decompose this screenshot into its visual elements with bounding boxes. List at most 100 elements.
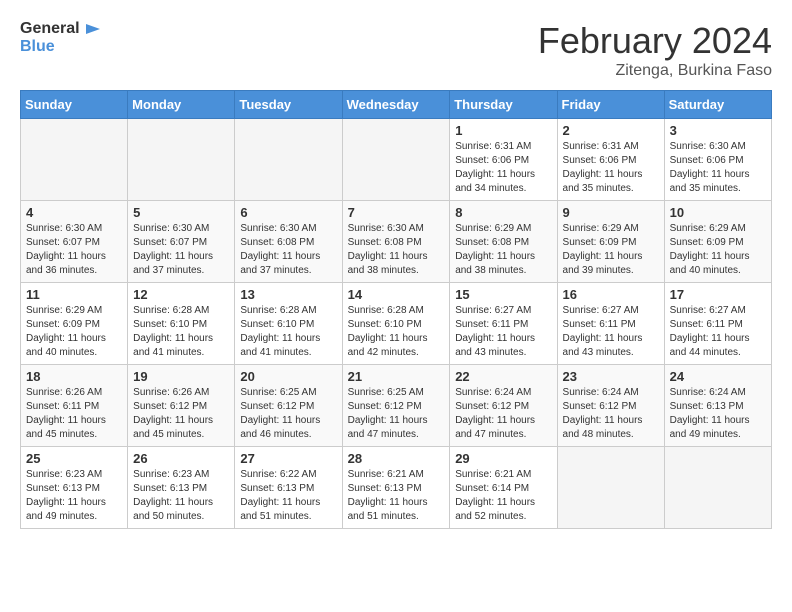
day-info: Sunrise: 6:29 AM Sunset: 6:09 PM Dayligh…: [26, 304, 122, 360]
day-number: 21: [348, 369, 445, 384]
col-header-monday: Monday: [128, 91, 235, 119]
day-info: Sunrise: 6:21 AM Sunset: 6:13 PM Dayligh…: [348, 468, 445, 524]
day-cell: 6 Sunrise: 6:30 AM Sunset: 6:08 PM Daylig…: [235, 201, 342, 283]
col-header-saturday: Saturday: [664, 91, 771, 119]
col-header-sunday: Sunday: [21, 91, 128, 119]
day-number: 28: [348, 451, 445, 466]
day-number: 29: [455, 451, 551, 466]
day-number: 27: [240, 451, 336, 466]
day-cell: [235, 119, 342, 201]
day-number: 22: [455, 369, 551, 384]
day-info: Sunrise: 6:28 AM Sunset: 6:10 PM Dayligh…: [348, 304, 445, 360]
day-number: 18: [26, 369, 122, 384]
day-cell: [21, 119, 128, 201]
day-info: Sunrise: 6:30 AM Sunset: 6:06 PM Dayligh…: [670, 140, 766, 196]
day-cell: 20 Sunrise: 6:25 AM Sunset: 6:12 PM Dayli…: [235, 365, 342, 447]
day-number: 6: [240, 205, 336, 220]
logo: General Blue: [20, 20, 102, 56]
col-header-thursday: Thursday: [450, 91, 557, 119]
day-cell: 17Sunrise: 6:27 AM Sunset: 6:11 PM Dayli…: [664, 283, 771, 365]
day-info: Sunrise: 6:31 AM Sunset: 6:06 PM Dayligh…: [455, 140, 551, 196]
day-number: 9: [563, 205, 659, 220]
day-info: Sunrise: 6:28 AM Sunset: 6:10 PM Dayligh…: [133, 304, 229, 360]
day-info: Sunrise: 6:26 AM Sunset: 6:12 PM Dayligh…: [133, 386, 229, 442]
day-number: 5: [133, 205, 229, 220]
week-row-2: 4 Sunrise: 6:30 AM Sunset: 6:07 PM Daylig…: [21, 201, 772, 283]
day-cell: [342, 119, 450, 201]
day-cell: 13Sunrise: 6:28 AM Sunset: 6:10 PM Dayli…: [235, 283, 342, 365]
day-info: Sunrise: 6:26 AM Sunset: 6:11 PM Dayligh…: [26, 386, 122, 442]
day-number: 19: [133, 369, 229, 384]
day-cell: 7 Sunrise: 6:30 AM Sunset: 6:08 PM Daylig…: [342, 201, 450, 283]
day-info: Sunrise: 6:30 AM Sunset: 6:07 PM Dayligh…: [133, 222, 229, 278]
logo-arrow-icon: [84, 20, 102, 38]
week-row-3: 11 Sunrise: 6:29 AM Sunset: 6:09 PM Dayli…: [21, 283, 772, 365]
day-info: Sunrise: 6:24 AM Sunset: 6:13 PM Dayligh…: [670, 386, 766, 442]
day-number: 17: [670, 287, 766, 302]
month-title: February 2024: [538, 20, 772, 62]
day-number: 10: [670, 205, 766, 220]
day-info: Sunrise: 6:25 AM Sunset: 6:12 PM Dayligh…: [240, 386, 336, 442]
day-number: 7: [348, 205, 445, 220]
day-number: 3: [670, 123, 766, 138]
day-cell: 16Sunrise: 6:27 AM Sunset: 6:11 PM Dayli…: [557, 283, 664, 365]
day-cell: 19 Sunrise: 6:26 AM Sunset: 6:12 PM Dayli…: [128, 365, 235, 447]
day-number: 25: [26, 451, 122, 466]
day-cell: 1 Sunrise: 6:31 AM Sunset: 6:06 PM Daylig…: [450, 119, 557, 201]
day-cell: [557, 447, 664, 529]
calendar-table: SundayMondayTuesdayWednesdayThursdayFrid…: [20, 90, 772, 529]
day-cell: 28 Sunrise: 6:21 AM Sunset: 6:13 PM Dayli…: [342, 447, 450, 529]
title-block: February 2024 Zitenga, Burkina Faso: [538, 20, 772, 80]
day-info: Sunrise: 6:29 AM Sunset: 6:09 PM Dayligh…: [670, 222, 766, 278]
day-cell: 4 Sunrise: 6:30 AM Sunset: 6:07 PM Daylig…: [21, 201, 128, 283]
day-info: Sunrise: 6:22 AM Sunset: 6:13 PM Dayligh…: [240, 468, 336, 524]
day-cell: 8Sunrise: 6:29 AM Sunset: 6:08 PM Daylig…: [450, 201, 557, 283]
day-number: 15: [455, 287, 551, 302]
day-info: Sunrise: 6:28 AM Sunset: 6:10 PM Dayligh…: [240, 304, 336, 360]
day-info: Sunrise: 6:27 AM Sunset: 6:11 PM Dayligh…: [455, 304, 551, 360]
day-info: Sunrise: 6:29 AM Sunset: 6:09 PM Dayligh…: [563, 222, 659, 278]
day-info: Sunrise: 6:24 AM Sunset: 6:12 PM Dayligh…: [455, 386, 551, 442]
day-number: 20: [240, 369, 336, 384]
day-number: 12: [133, 287, 229, 302]
day-cell: 23 Sunrise: 6:24 AM Sunset: 6:12 PM Dayli…: [557, 365, 664, 447]
day-info: Sunrise: 6:24 AM Sunset: 6:12 PM Dayligh…: [563, 386, 659, 442]
page-header: General Blue February 2024 Zitenga, Burk…: [20, 20, 772, 80]
day-number: 4: [26, 205, 122, 220]
day-cell: 25 Sunrise: 6:23 AM Sunset: 6:13 PM Dayli…: [21, 447, 128, 529]
day-number: 14: [348, 287, 445, 302]
day-info: Sunrise: 6:30 AM Sunset: 6:08 PM Dayligh…: [240, 222, 336, 278]
day-cell: 9 Sunrise: 6:29 AM Sunset: 6:09 PM Daylig…: [557, 201, 664, 283]
day-info: Sunrise: 6:25 AM Sunset: 6:12 PM Dayligh…: [348, 386, 445, 442]
week-row-4: 18 Sunrise: 6:26 AM Sunset: 6:11 PM Dayli…: [21, 365, 772, 447]
day-number: 23: [563, 369, 659, 384]
day-cell: [664, 447, 771, 529]
header-row: SundayMondayTuesdayWednesdayThursdayFrid…: [21, 91, 772, 119]
day-info: Sunrise: 6:30 AM Sunset: 6:07 PM Dayligh…: [26, 222, 122, 278]
day-info: Sunrise: 6:30 AM Sunset: 6:08 PM Dayligh…: [348, 222, 445, 278]
col-header-wednesday: Wednesday: [342, 91, 450, 119]
day-number: 11: [26, 287, 122, 302]
day-cell: 18 Sunrise: 6:26 AM Sunset: 6:11 PM Dayli…: [21, 365, 128, 447]
week-row-1: 1 Sunrise: 6:31 AM Sunset: 6:06 PM Daylig…: [21, 119, 772, 201]
day-number: 2: [563, 123, 659, 138]
day-number: 26: [133, 451, 229, 466]
day-number: 8: [455, 205, 551, 220]
day-cell: 26Sunrise: 6:23 AM Sunset: 6:13 PM Dayli…: [128, 447, 235, 529]
col-header-tuesday: Tuesday: [235, 91, 342, 119]
day-cell: 12 Sunrise: 6:28 AM Sunset: 6:10 PM Dayli…: [128, 283, 235, 365]
day-cell: [128, 119, 235, 201]
day-cell: 21 Sunrise: 6:25 AM Sunset: 6:12 PM Dayli…: [342, 365, 450, 447]
day-cell: 3 Sunrise: 6:30 AM Sunset: 6:06 PM Daylig…: [664, 119, 771, 201]
day-cell: 11 Sunrise: 6:29 AM Sunset: 6:09 PM Dayli…: [21, 283, 128, 365]
day-cell: 5 Sunrise: 6:30 AM Sunset: 6:07 PM Daylig…: [128, 201, 235, 283]
col-header-friday: Friday: [557, 91, 664, 119]
day-info: Sunrise: 6:31 AM Sunset: 6:06 PM Dayligh…: [563, 140, 659, 196]
day-cell: 10 Sunrise: 6:29 AM Sunset: 6:09 PM Dayli…: [664, 201, 771, 283]
week-row-5: 25 Sunrise: 6:23 AM Sunset: 6:13 PM Dayli…: [21, 447, 772, 529]
location: Zitenga, Burkina Faso: [538, 62, 772, 80]
day-info: Sunrise: 6:23 AM Sunset: 6:13 PM Dayligh…: [26, 468, 122, 524]
day-number: 1: [455, 123, 551, 138]
day-number: 24: [670, 369, 766, 384]
day-cell: 15 Sunrise: 6:27 AM Sunset: 6:11 PM Dayli…: [450, 283, 557, 365]
